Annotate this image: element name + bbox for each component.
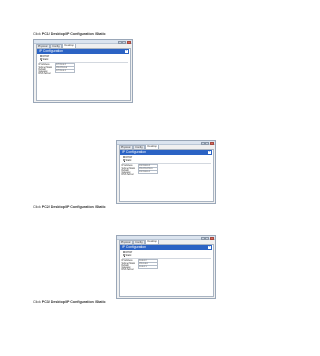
panel-title: IP Configuration [121, 150, 147, 155]
default-gateway-field[interactable]: 10.0.0.1 [137, 265, 159, 270]
dns-server-row: DNS Server [39, 73, 130, 76]
ip-address-label: IP Address [121, 260, 133, 263]
minimize-icon[interactable] [200, 141, 205, 146]
minimize-icon[interactable] [200, 236, 205, 241]
title-bar [117, 141, 215, 146]
static-label: Static [42, 57, 49, 61]
default-gateway-field[interactable]: 192.168.0.1 [137, 170, 159, 175]
static-radio[interactable] [39, 58, 42, 61]
static-option[interactable]: Static [39, 57, 130, 61]
caption-pc2: Click PC2/ Desktop/IP Configuration /Sta… [33, 205, 106, 209]
static-radio[interactable] [122, 159, 125, 162]
static-label: Static [125, 253, 132, 257]
pc1-window: Physical Config Desktop IP Configuration… [33, 39, 133, 103]
maximize-icon[interactable] [122, 40, 127, 45]
static-radio[interactable] [122, 254, 125, 257]
ip-address-label: IP Address [121, 165, 133, 168]
pc2-window: Physical Config Desktop IP Configuration… [116, 140, 216, 204]
dns-server-row: DNS Server [122, 174, 213, 177]
caption-pc1: Click PC1/ Desktop/IP Configuration /Sta… [33, 32, 106, 36]
close-icon[interactable] [210, 236, 214, 241]
ip-configuration-panel: IP Configuration X DHCP Static IP Addres… [118, 243, 214, 297]
dhcp-radio[interactable] [122, 251, 125, 254]
ip-configuration-header: IP Configuration X [120, 150, 212, 155]
title-bar [117, 236, 215, 241]
default-gateway-field[interactable]: 172.16.0.1 [54, 69, 76, 74]
static-label: Static [125, 158, 132, 162]
pc3-window: Physical Config Desktop IP Configuration… [116, 235, 216, 299]
dns-server-label: DNS Server [121, 174, 134, 177]
caption-path: PC3/ Desktop/IP Configuration /Static [41, 300, 106, 304]
panel-title: IP Configuration [121, 245, 147, 250]
ip-address-label: IP Address [38, 64, 50, 67]
caption-pc3: Click PC3/ Desktop/IP Configuration /Sta… [33, 300, 106, 304]
dhcp-radio[interactable] [39, 55, 42, 58]
close-panel-button[interactable]: X [124, 49, 128, 53]
ip-configuration-header: IP Configuration X [37, 49, 129, 54]
title-bar [34, 40, 132, 45]
caption-prefix: Click [33, 300, 42, 304]
static-option[interactable]: Static [122, 158, 213, 162]
close-icon[interactable] [210, 141, 214, 146]
caption-prefix: Click [33, 205, 42, 209]
dns-server-row: DNS Server [122, 269, 213, 272]
ip-configuration-panel: IP Configuration X DHCP Static IP Addres… [118, 148, 214, 202]
maximize-icon[interactable] [205, 236, 210, 241]
ip-configuration-header: IP Configuration X [120, 245, 212, 250]
dns-server-label: DNS Server [38, 73, 51, 76]
caption-path: PC1/ Desktop/IP Configuration /Static [41, 32, 106, 36]
ip-configuration-panel: IP Configuration X DHCP Static IP Addres… [35, 47, 131, 101]
dhcp-radio[interactable] [122, 156, 125, 159]
static-option[interactable]: Static [122, 253, 213, 257]
dns-server-label: DNS Server [121, 269, 134, 272]
close-icon[interactable] [127, 40, 131, 45]
caption-path: PC2/ Desktop/IP Configuration /Static [41, 205, 106, 209]
close-panel-button[interactable]: X [207, 150, 211, 154]
panel-title: IP Configuration [38, 49, 64, 54]
close-panel-button[interactable]: X [207, 245, 211, 249]
caption-prefix: Click [33, 32, 42, 36]
maximize-icon[interactable] [205, 141, 210, 146]
minimize-icon[interactable] [117, 40, 122, 45]
